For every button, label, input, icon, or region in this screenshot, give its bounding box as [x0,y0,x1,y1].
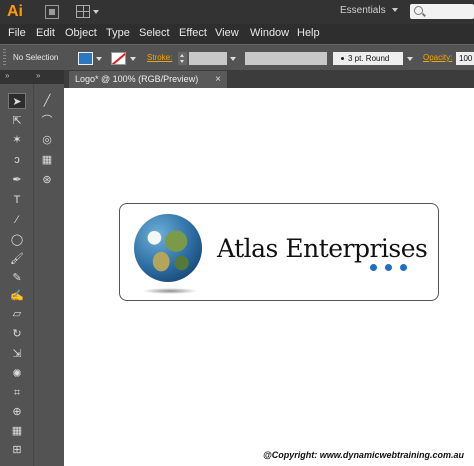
logo-dot [370,264,377,271]
tools-column-divider [33,84,34,466]
blob-brush-icon[interactable]: ✍ [8,288,26,304]
logo-dot [400,264,407,271]
application-bar: Ai Essentials [0,0,474,24]
rectangular-grid-icon[interactable]: ▦ [38,152,56,168]
lasso-icon[interactable]: ↄ [8,152,26,168]
eraser-icon[interactable]: ▱ [8,306,26,322]
tools-panel-header[interactable]: » » [0,70,64,84]
chevron-down-icon [93,10,99,14]
help-search-input[interactable] [410,4,474,19]
copyright-text: @Copyright: www.dynamicwebtraining.com.a… [263,450,464,460]
brush-dot-icon [341,57,344,61]
arrange-documents-button[interactable] [76,5,100,19]
workspace-label: Essentials [340,5,386,16]
menu-view[interactable]: View [215,27,239,39]
expand-panel-icon[interactable]: » [36,71,41,80]
pen-tool-icon[interactable]: ✒ [8,172,26,188]
menu-bar: File Edit Object Type Select Effect View… [0,24,474,44]
control-panel: No Selection Stroke: 3 pt. Round Opacity… [0,44,474,70]
opacity-field[interactable]: 100 [456,52,474,65]
logo-artwork[interactable]: Atlas Enterprises [119,203,439,301]
chevron-down-icon [391,8,398,13]
opacity-label[interactable]: Opacity: [423,53,452,62]
shape-builder-icon[interactable]: ⊕ [8,404,26,420]
globe-image [134,214,202,282]
selection-tool-icon[interactable]: ➤ [8,93,26,109]
tools-panel: ➤ ⇱ ✶ ↄ ✒ T ⁄ ◯ 🖌 ✎ ✍ ▱ ↻ ⇲ ✺ ⌗ ⊕ ▦ ⊞ ╱ … [0,84,64,466]
scale-icon[interactable]: ⇲ [8,346,26,362]
document-tab-title: Logo* @ 100% (RGB/Preview) [75,74,199,84]
line-segment-icon[interactable]: ╱ [38,93,56,109]
selection-status: No Selection [13,53,59,62]
logo-dot [385,264,392,271]
illustrator-logo: Ai [7,3,23,20]
paintbrush-icon[interactable]: 🖌 [8,251,26,267]
mesh-icon[interactable]: ⊞ [8,442,26,458]
line-tool-icon[interactable]: ⁄ [8,212,26,228]
globe-shadow [142,288,198,294]
warp-icon[interactable]: ✺ [8,366,26,382]
fill-color-swatch[interactable] [78,52,93,65]
collapse-panel-icon[interactable]: » [5,71,10,80]
menu-window[interactable]: Window [250,27,289,39]
menu-object[interactable]: Object [65,27,97,39]
rotate-icon[interactable]: ↻ [8,326,26,342]
perspective-grid-icon[interactable]: ▦ [8,423,26,439]
go-to-bridge-button[interactable] [45,5,59,19]
stroke-weight-field[interactable] [189,52,227,65]
menu-edit[interactable]: Edit [36,27,55,39]
variable-width-profile-field[interactable] [245,52,327,65]
direct-selection-tool-icon[interactable]: ⇱ [8,113,26,129]
brush-dropdown-icon[interactable] [407,57,413,61]
company-name-text: Atlas Enterprises [217,234,428,263]
arrange-grid-icon [76,5,90,18]
brush-definition-field[interactable]: 3 pt. Round [333,52,403,65]
search-icon [414,6,423,15]
ellipse-tool-icon[interactable]: ◯ [8,232,26,248]
menu-select[interactable]: Select [139,27,170,39]
panel-grip-handle[interactable] [3,49,6,67]
arc-icon[interactable]: ⌒ [38,113,56,129]
artboard-canvas[interactable]: Atlas Enterprises @Copyright: www.dynami… [64,88,474,466]
menu-effect[interactable]: Effect [179,27,207,39]
type-tool-icon[interactable]: T [8,192,26,208]
close-icon[interactable]: × [215,71,221,88]
free-transform-icon[interactable]: ⌗ [8,385,26,401]
brush-value: 3 pt. Round [348,54,390,63]
document-tab-bar: Logo* @ 100% (RGB/Preview) × [64,70,474,88]
pencil-icon[interactable]: ✎ [8,270,26,286]
stroke-dropdown-icon[interactable] [130,57,136,61]
menu-file[interactable]: File [8,27,26,39]
polar-grid-icon[interactable]: ⊛ [38,172,56,188]
stroke-color-swatch[interactable] [111,52,126,65]
menu-type[interactable]: Type [106,27,130,39]
workspace-switcher[interactable]: Essentials [340,5,398,16]
menu-help[interactable]: Help [297,27,320,39]
fill-dropdown-icon[interactable] [96,57,102,61]
stroke-weight-stepper[interactable] [178,52,187,65]
spiral-icon[interactable]: ◎ [38,132,56,148]
document-tab[interactable]: Logo* @ 100% (RGB/Preview) × [69,71,227,88]
stroke-weight-dropdown-icon[interactable] [230,57,236,61]
magic-wand-icon[interactable]: ✶ [8,132,26,148]
stroke-label[interactable]: Stroke: [147,53,172,62]
